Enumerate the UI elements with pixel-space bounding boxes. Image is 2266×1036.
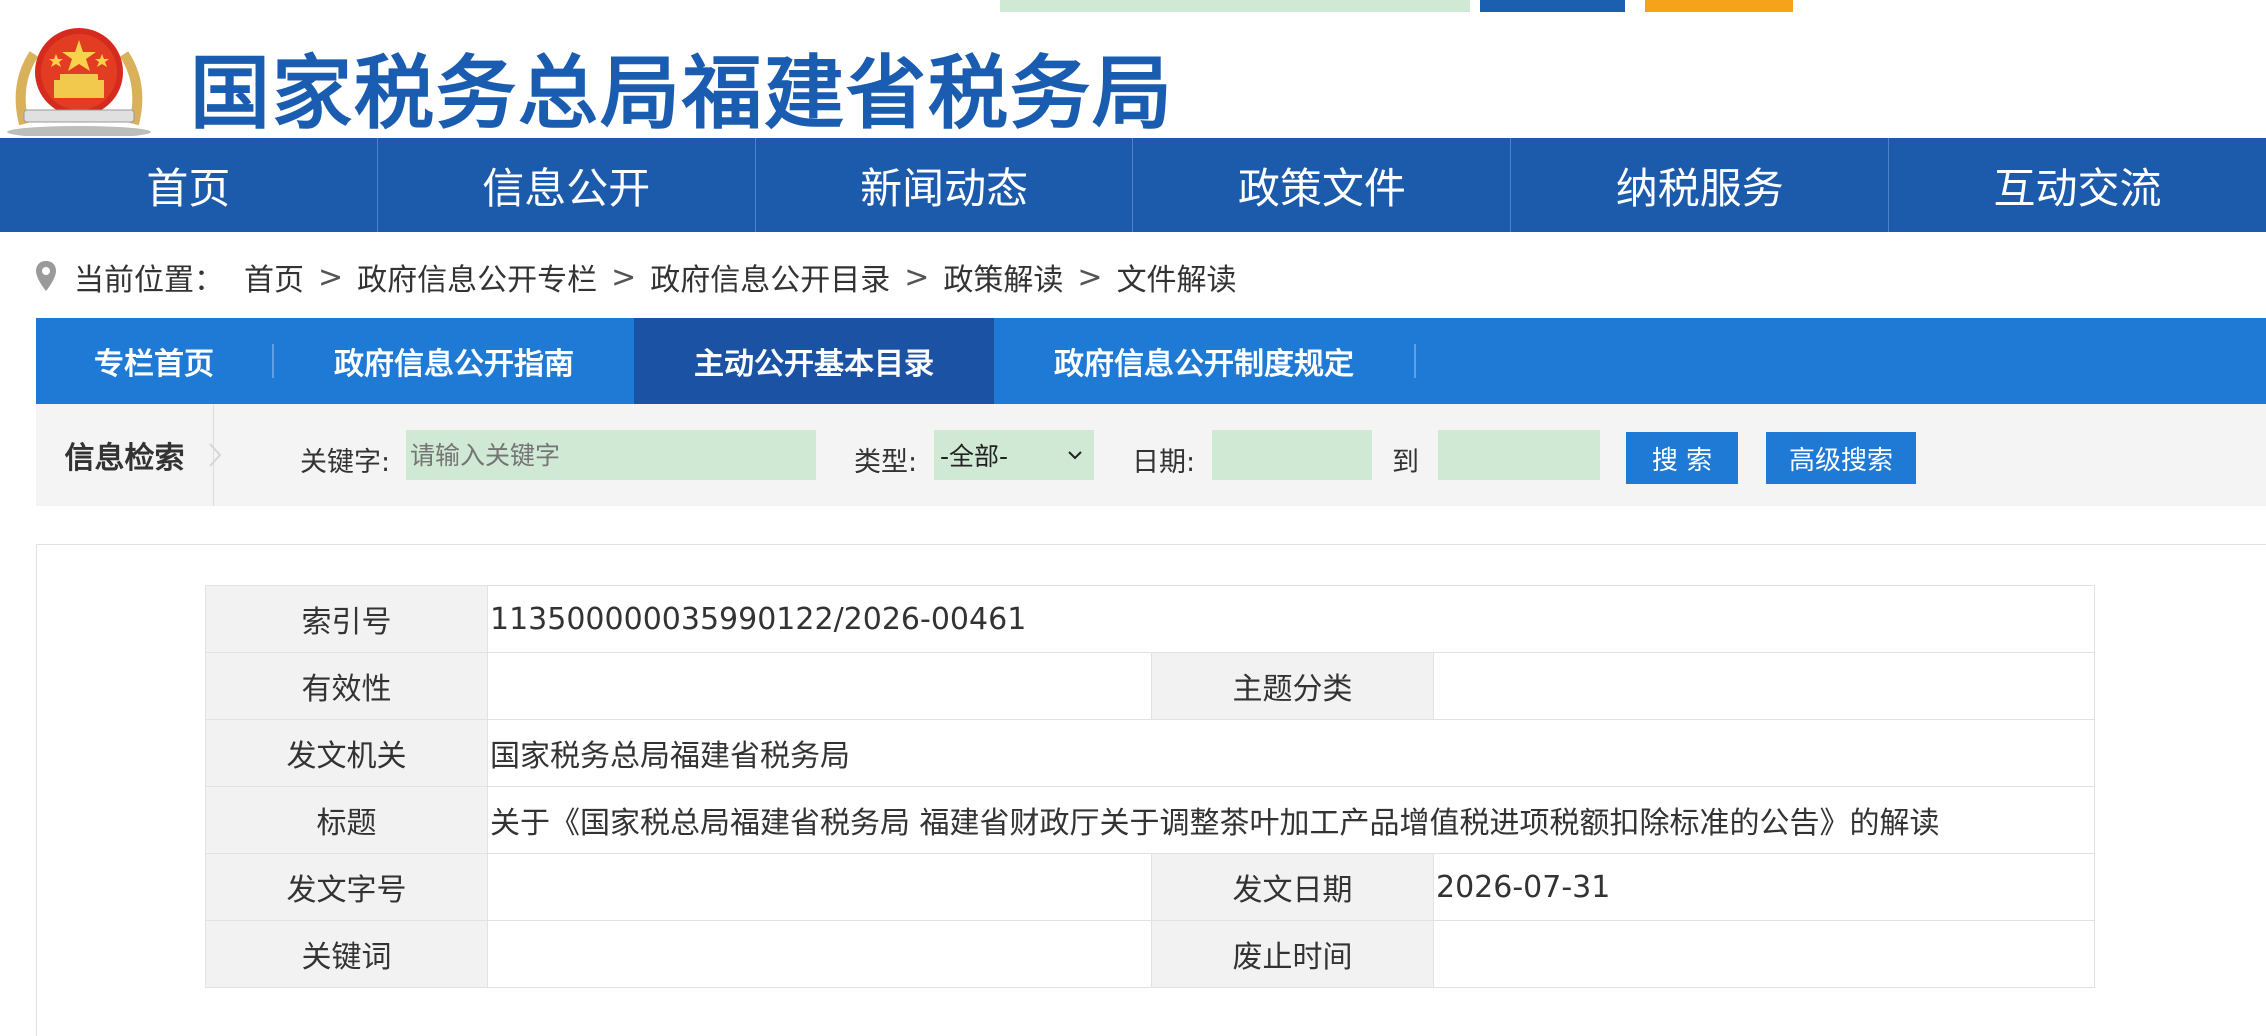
keyword-input[interactable] (406, 430, 816, 480)
tab-basic-catalog[interactable]: 主动公开基本目录 (634, 318, 994, 404)
index-number-value: 113500000035990122/2026-00461 (487, 585, 2095, 653)
issuer-label: 发文机关 (205, 719, 488, 787)
breadcrumb-item-gov-info-catalog[interactable]: 政府信息公开目录 (650, 255, 890, 299)
type-label: 类型: (854, 447, 918, 478)
date-from-input[interactable] (1212, 430, 1372, 480)
nav-item-policy-docs[interactable]: 政策文件 (1133, 138, 1512, 232)
nav-item-home[interactable]: 首页 (0, 138, 378, 232)
abolish-time-value (1433, 920, 2095, 988)
issuer-value: 国家税务总局福建省税务局 (487, 719, 2095, 787)
validity-label: 有效性 (205, 652, 488, 720)
type-select-value: -全部- (940, 442, 1009, 471)
doc-number-value (487, 853, 1152, 921)
subtab-bar: 专栏首页 政府信息公开指南 主动公开基本目录 政府信息公开制度规定 (36, 318, 2266, 404)
info-search-bar: 信息检索 关键字: 类型: -全部- 日期: 到 搜 索 高级搜索 (36, 404, 2266, 506)
main-nav: 首页 信息公开 新闻动态 政策文件 纳税服务 互动交流 (0, 138, 2266, 232)
search-section-label: 信息检索 (36, 404, 214, 506)
site-title: 国家税务总局福建省税务局 (190, 47, 1174, 140)
table-row: 发文机关 国家税务总局福建省税务局 (205, 719, 2095, 787)
tab-column-home[interactable]: 专栏首页 (36, 318, 272, 404)
tab-divider (1414, 344, 1416, 378)
topic-value (1433, 652, 2095, 720)
title-value: 关于《国家税总局福建省税务局 福建省财政厅关于调整茶叶加工产品增值税进项税额扣除… (487, 786, 2095, 854)
location-pin-icon (36, 261, 56, 291)
table-row: 有效性 主题分类 (205, 652, 2095, 720)
table-row: 标题 关于《国家税总局福建省税务局 福建省财政厅关于调整茶叶加工产品增值税进项税… (205, 786, 2095, 854)
nav-item-news[interactable]: 新闻动态 (756, 138, 1134, 232)
breadcrumb-separator: > (1077, 259, 1103, 295)
advanced-search-button[interactable]: 高级搜索 (1766, 432, 1916, 484)
type-select[interactable]: -全部- (934, 430, 1094, 480)
keywords-label: 关键词 (205, 920, 488, 988)
nav-item-interaction[interactable]: 互动交流 (1889, 138, 2266, 232)
nav-item-tax-service[interactable]: 纳税服务 (1511, 138, 1890, 232)
keywords-value (487, 920, 1152, 988)
search-button[interactable]: 搜 索 (1626, 432, 1738, 484)
title-label: 标题 (205, 786, 488, 854)
document-content-box: 索引号 113500000035990122/2026-00461 有效性 主题… (36, 544, 2266, 1036)
table-row: 发文字号 发文日期 2026-07-31 (205, 853, 2095, 921)
table-row: 关键词 废止时间 (205, 920, 2095, 988)
issue-date-value: 2026-07-31 (1433, 853, 2095, 921)
date-label: 日期: (1132, 447, 1196, 478)
keyword-label: 关键字: (300, 447, 391, 478)
breadcrumb-item-policy-interpretation[interactable]: 政策解读 (943, 255, 1063, 299)
validity-value (487, 652, 1152, 720)
nav-item-info-disclosure[interactable]: 信息公开 (378, 138, 756, 232)
breadcrumb-separator: > (904, 259, 930, 295)
abolish-time-label: 废止时间 (1151, 920, 1434, 988)
tab-disclosure-rules[interactable]: 政府信息公开制度规定 (994, 318, 1414, 404)
tab-disclosure-guide[interactable]: 政府信息公开指南 (274, 318, 634, 404)
date-to-input[interactable] (1438, 430, 1600, 480)
chevron-right-icon (209, 443, 222, 467)
table-row: 索引号 113500000035990122/2026-00461 (205, 585, 2095, 653)
breadcrumb-item-doc-interpretation[interactable]: 文件解读 (1117, 255, 1237, 299)
doc-number-label: 发文字号 (205, 853, 488, 921)
chevron-down-icon (1068, 451, 1082, 460)
breadcrumb: 当前位置： 首页 > 政府信息公开专栏 > 政府信息公开目录 > 政策解读 > … (34, 252, 1237, 302)
breadcrumb-item-gov-info-column[interactable]: 政府信息公开专栏 (357, 255, 597, 299)
document-meta-table: 索引号 113500000035990122/2026-00461 有效性 主题… (205, 585, 2095, 988)
topic-label: 主题分类 (1151, 652, 1434, 720)
site-header: 国家税务总局福建省税务局 (0, 0, 2266, 140)
breadcrumb-separator: > (611, 259, 637, 295)
breadcrumb-item-home[interactable]: 首页 (244, 255, 304, 299)
date-to-label: 到 (1392, 447, 1419, 478)
breadcrumb-prefix: 当前位置： (74, 263, 224, 298)
national-emblem-icon (7, 28, 151, 136)
issue-date-label: 发文日期 (1151, 853, 1434, 921)
breadcrumb-separator: > (318, 259, 344, 295)
index-number-label: 索引号 (205, 585, 488, 653)
